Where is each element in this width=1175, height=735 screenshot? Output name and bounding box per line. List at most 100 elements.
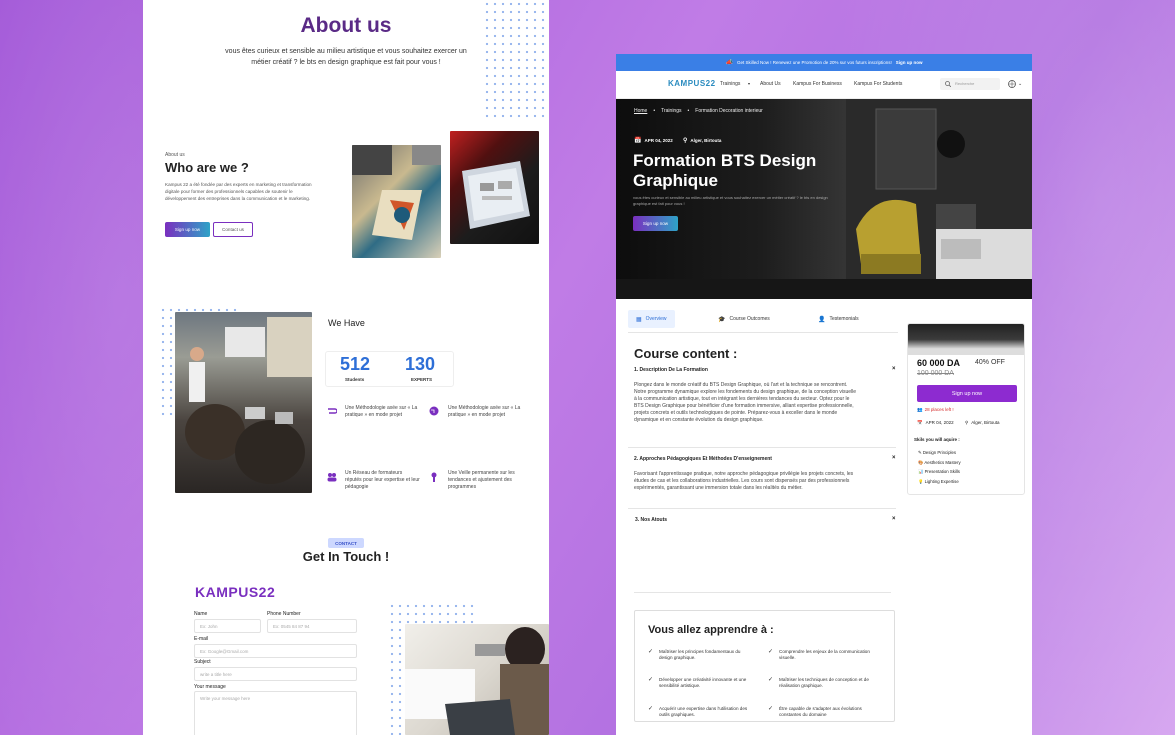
skill-label: Lighting Expertise: [924, 478, 959, 484]
phone-input[interactable]: Ex: 0545 84 87 94: [267, 619, 357, 633]
card-signup-button[interactable]: Sign up now: [917, 385, 1017, 402]
skill-item: 💡 Lighting Expertise: [918, 477, 961, 487]
stat-students-number: 512: [340, 354, 371, 374]
skill-item: ✎ Design Principles: [918, 448, 961, 458]
section-divider: [634, 592, 891, 593]
breadcrumb: Home • Trainings • Formation Decoration …: [634, 108, 763, 114]
close-icon[interactable]: ×: [892, 366, 896, 372]
card-date: 📅 APR 04, 2022: [917, 420, 954, 426]
course-subtitle: vous êtes curieux et sensible au milieu …: [633, 195, 828, 206]
email-label: E-mail: [194, 636, 209, 642]
hero-signup-button[interactable]: Sign up now: [633, 216, 678, 231]
calendar-icon: 📅: [634, 138, 642, 144]
tab-testimonials[interactable]: 👤 Testemonials: [810, 310, 867, 328]
hero-date-text: APR 04, 2022: [644, 138, 673, 143]
section-1-title[interactable]: 1. Description De La Formation: [634, 367, 708, 373]
feature-text: Une Méthodologie axée sur « La pratique …: [345, 405, 418, 418]
places-left-text: 28 places left !: [924, 407, 954, 412]
methodology-icon: [328, 408, 337, 414]
tab-overview[interactable]: ▦ Overview: [628, 310, 675, 328]
close-icon[interactable]: ×: [892, 455, 896, 461]
feature-text: Un Réseau de formateurs réputés pour leu…: [345, 470, 420, 490]
kampus-logo: KAMPUS22: [195, 584, 276, 600]
section-3-title[interactable]: 3. Nos Atouts: [635, 517, 667, 523]
learn-item: Développer une créativité innovante et u…: [659, 677, 747, 688]
message-label: Your message: [194, 684, 226, 690]
nav-item-about[interactable]: About Us: [760, 81, 781, 87]
breadcrumb-home[interactable]: Home: [634, 108, 647, 114]
name-label: Name: [194, 611, 208, 617]
check-icon: ✓: [648, 649, 654, 655]
stat-experts-number: 130: [405, 354, 436, 374]
signup-button[interactable]: Sign up now: [165, 222, 210, 237]
promo-bar: 📣 Get Skilled Now ! Renewez une Promotio…: [616, 54, 1032, 71]
check-icon: ✓: [768, 649, 774, 655]
laptop-illustration: [462, 161, 530, 229]
name-input[interactable]: Ex: John: [194, 619, 261, 633]
nav-item-trainings[interactable]: Trainings: [720, 81, 740, 87]
torch-icon: [431, 472, 437, 482]
calendar-icon: 📅: [917, 420, 923, 425]
stat-students-label: Students: [345, 377, 365, 382]
skill-label: Aesthetics Mastery: [924, 459, 961, 465]
who-small-label: About us: [165, 152, 185, 158]
design-desk-illustration: [352, 145, 441, 240]
search-icon: [945, 81, 951, 87]
course-page-preview: 📣 Get Skilled Now ! Renewez une Promotio…: [616, 54, 1032, 735]
who-title: Who are we ?: [165, 160, 249, 175]
check-icon: ✓: [768, 677, 774, 683]
price: 60 000 DA: [917, 358, 961, 368]
hero-location: ⚲ Alger, Birtouta: [683, 137, 721, 144]
section-divider: [628, 508, 896, 509]
people-icon: [327, 473, 337, 482]
nav-logo[interactable]: KAMPUS22: [668, 79, 716, 88]
subject-input[interactable]: write a title here: [194, 667, 357, 681]
tab-outcomes[interactable]: 🎓 Course Outcomes: [710, 310, 778, 328]
card-location: ⚲ Alger, Birtouta: [965, 420, 1000, 426]
old-price: 100 000 DA: [917, 370, 954, 377]
classroom-photo: [175, 312, 312, 493]
learn-item: Acquérir une expertise dans l'utilisatio…: [659, 706, 748, 717]
student-illustration: [405, 627, 549, 735]
section-1-text: Plongez dans le monde créatif du BTS Des…: [634, 382, 857, 423]
graduation-cap-icon: 🎓: [718, 316, 726, 323]
breadcrumb-separator: •: [653, 108, 656, 114]
nav-item-students[interactable]: Kampus For Students: [854, 81, 902, 87]
card-location-text: Alger, Birtouta: [971, 420, 1000, 425]
user-icon: 👤: [818, 316, 826, 323]
email-input[interactable]: Ex: Google@Gmail.com: [194, 644, 357, 658]
design-desk-photo: [352, 145, 441, 258]
card-date-text: APR 04, 2022: [925, 420, 954, 425]
section-2-title[interactable]: 2. Approches Pédagogiques Et Méthodes D'…: [634, 456, 772, 462]
globe-icon[interactable]: [1008, 80, 1016, 88]
hero-date: 📅 APR 04, 2022: [634, 137, 673, 144]
section-divider: [628, 447, 896, 448]
bulb-icon: 💡: [918, 478, 924, 484]
student-laptop-photo: [405, 624, 549, 735]
contact-button[interactable]: Contact us: [213, 222, 253, 237]
message-textarea[interactable]: Write your message here: [194, 691, 357, 735]
section-2-text: Favorisant l'apprentissage pratique, not…: [634, 471, 854, 491]
promo-text: Get Skilled Now ! Renewez une Promotion …: [736, 60, 892, 65]
location-pin-icon: ⚲: [683, 138, 688, 144]
close-icon[interactable]: ×: [892, 516, 896, 522]
skill-item: 📊 Presentation Skills: [918, 467, 961, 477]
grid-icon: ▦: [636, 316, 642, 323]
we-have-title: We Have: [328, 318, 365, 328]
people-icon: 👥: [917, 407, 923, 412]
learn-item: Maîtriser les principes fondamentaux du …: [659, 649, 741, 660]
presentation-icon: 📊: [918, 469, 924, 474]
skills-list: ✎ Design Principles 🎨 Aesthetics Mastery…: [918, 448, 961, 486]
stats-box: 512 Students 130 EXPERTS: [325, 351, 454, 387]
skill-label: Presentation Skills: [924, 469, 960, 474]
megaphone-icon: 📣: [725, 60, 733, 66]
nav-item-business[interactable]: Kampus For Business: [793, 81, 842, 87]
hero-location-text: Alger, Birtouta: [690, 138, 722, 143]
course-content-title: Course content :: [634, 346, 738, 361]
feature-text: Une Veille permanente sur les tendances …: [448, 470, 515, 490]
tab-testimonials-label: Testemonials: [829, 316, 859, 322]
breadcrumb-current: Formation Decoration interieur: [695, 108, 763, 114]
check-icon: ✓: [648, 706, 654, 712]
breadcrumb-trainings[interactable]: Trainings: [661, 108, 681, 114]
promo-link[interactable]: Sign up now: [896, 60, 923, 65]
